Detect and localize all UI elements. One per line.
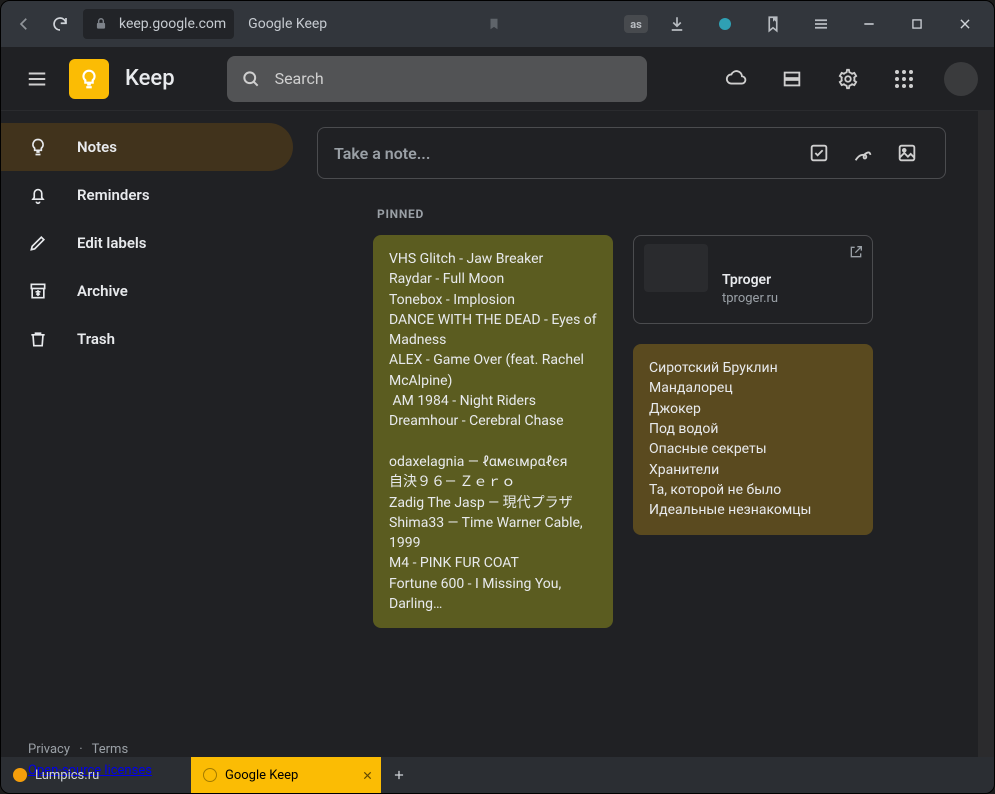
tab-label: Lumpics.ru: [35, 768, 99, 783]
sidebar-item-label: Edit labels: [77, 234, 147, 252]
new-image-icon[interactable]: [885, 131, 929, 175]
keep-logo-icon: [69, 59, 109, 99]
sidebar-item-edit-labels[interactable]: Edit labels: [1, 219, 293, 267]
pencil-icon: [27, 232, 49, 254]
tab-google-keep[interactable]: Google Keep: [191, 757, 381, 793]
link-thumbnail: [644, 244, 708, 292]
favicon-icon: [203, 768, 217, 782]
close-tab-icon[interactable]: [362, 770, 373, 781]
privacy-link[interactable]: Privacy: [28, 742, 70, 757]
new-list-icon[interactable]: [797, 131, 841, 175]
reload-button[interactable]: [47, 11, 73, 37]
search-bar[interactable]: [227, 56, 647, 102]
scrollbar[interactable]: [978, 111, 994, 757]
new-drawing-icon[interactable]: [841, 131, 885, 175]
search-input[interactable]: [275, 69, 633, 88]
address-bar[interactable]: keep.google.com: [83, 9, 234, 39]
note-card-link[interactable]: Tproger tproger.ru: [633, 235, 873, 324]
sidebar-item-reminders[interactable]: Reminders: [1, 171, 293, 219]
account-avatar[interactable]: [944, 62, 978, 96]
lastfm-icon[interactable]: as: [624, 15, 648, 33]
browser-titlebar: keep.google.com Google Keep as: [1, 1, 994, 47]
app-header: Keep: [1, 47, 994, 111]
main-content: Take a note... PINNED VHS Glitch - Jaw B…: [301, 111, 978, 757]
search-icon: [241, 69, 261, 89]
tabs-bar: Lumpics.ru Google Keep: [1, 757, 994, 793]
take-note-placeholder: Take a note...: [334, 144, 430, 163]
take-note-input[interactable]: Take a note...: [317, 127, 946, 179]
sidebar-item-label: Notes: [77, 138, 117, 156]
apps-grid-icon[interactable]: [882, 57, 926, 101]
sidebar-item-label: Reminders: [77, 186, 150, 204]
archive-icon: [27, 280, 49, 302]
new-tab-button[interactable]: [381, 757, 417, 793]
favicon-icon: [13, 768, 27, 782]
sidebar: Notes Reminders Edit labels Archive Tras…: [1, 111, 301, 757]
tab-lumpics[interactable]: Lumpics.ru: [1, 757, 191, 793]
link-host: tproger.ru: [722, 290, 856, 309]
back-button[interactable]: [11, 11, 37, 37]
window-maximize-button[interactable]: [898, 5, 936, 43]
page-title: Google Keep: [248, 16, 327, 32]
bell-icon: [27, 184, 49, 206]
list-view-icon[interactable]: [770, 57, 814, 101]
trash-icon: [27, 328, 49, 350]
url-host: keep.google.com: [119, 16, 226, 32]
main-menu-button[interactable]: [17, 59, 57, 99]
bookmark-icon[interactable]: [487, 16, 501, 32]
extension-globe-icon[interactable]: [706, 5, 744, 43]
note-card[interactable]: VHS Glitch - Jaw Breaker Raydar - Full M…: [373, 235, 613, 628]
tab-label: Google Keep: [225, 768, 298, 783]
terms-link[interactable]: Terms: [92, 742, 129, 757]
download-icon[interactable]: [658, 5, 696, 43]
pinned-section-label: PINNED: [377, 207, 946, 221]
sidebar-item-label: Trash: [77, 330, 115, 348]
window-minimize-button[interactable]: [850, 5, 888, 43]
sidebar-item-notes[interactable]: Notes: [1, 123, 293, 171]
sidebar-item-label: Archive: [77, 282, 128, 300]
bookmarks-icon[interactable]: [754, 5, 792, 43]
sidebar-item-archive[interactable]: Archive: [1, 267, 293, 315]
refresh-cloud-icon[interactable]: [714, 57, 758, 101]
lock-icon: [91, 14, 111, 34]
footer-links: Privacy · Terms Open-source licenses: [28, 740, 152, 757]
settings-icon[interactable]: [826, 57, 870, 101]
open-link-icon[interactable]: [848, 244, 864, 260]
menu-icon[interactable]: [802, 5, 840, 43]
window-close-button[interactable]: [946, 5, 984, 43]
link-title: Tproger: [722, 270, 856, 290]
lightbulb-icon: [27, 136, 49, 158]
note-card[interactable]: Сиротский Бруклин Мандалорец Джокер Под …: [633, 344, 873, 534]
sidebar-item-trash[interactable]: Trash: [1, 315, 293, 363]
app-title: Keep: [125, 66, 175, 91]
